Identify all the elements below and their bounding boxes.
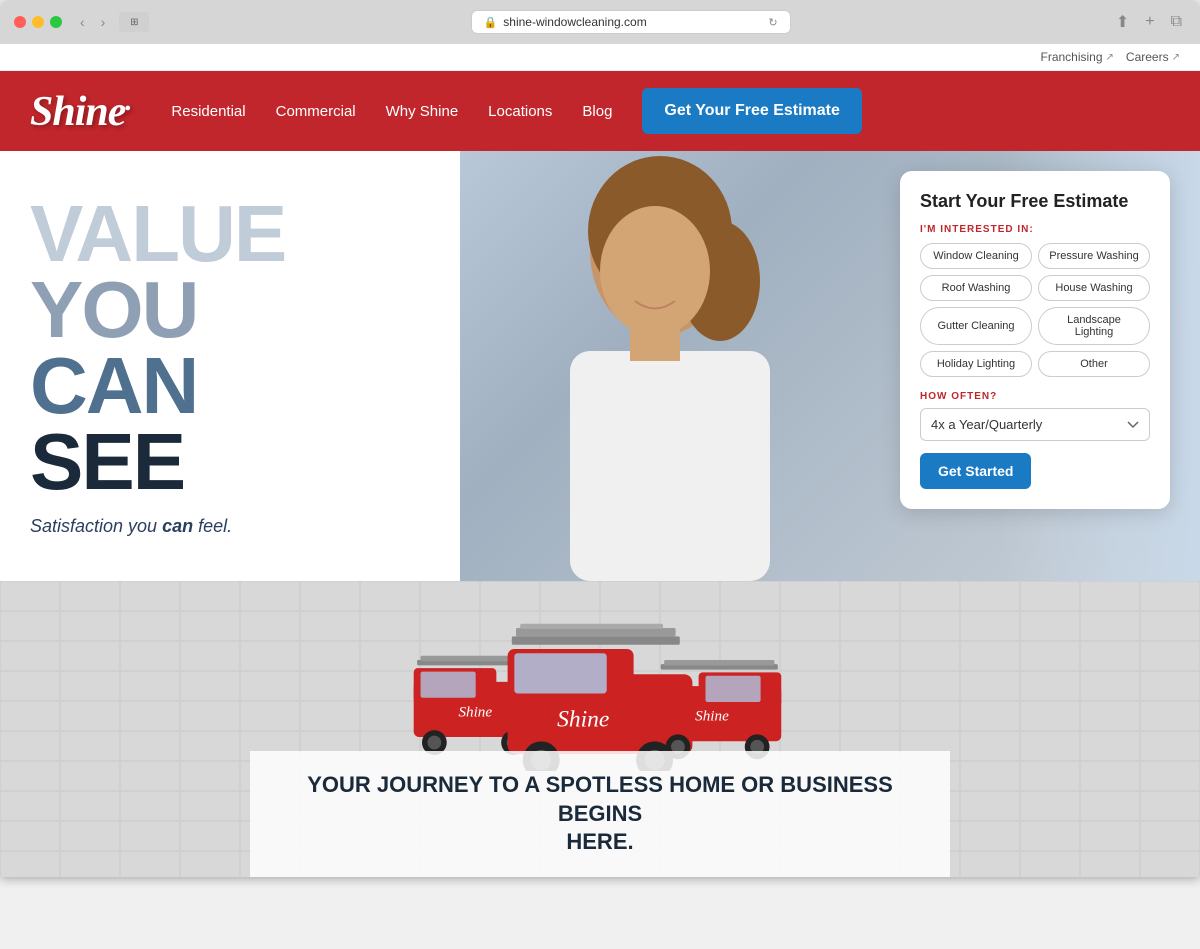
get-started-label: Get Started	[938, 463, 1013, 479]
service-holiday-lighting[interactable]: Holiday Lighting	[920, 351, 1032, 377]
hero-subheadline: Satisfaction you can feel.	[30, 516, 430, 537]
url-text: shine-windowcleaning.com	[503, 15, 646, 29]
external-link-icon: ↗	[1106, 52, 1114, 63]
nav-why-shine-label: Why Shine	[386, 103, 459, 120]
journey-text: YOUR JOURNEY TO A SPOTLESS HOME OR BUSIN…	[280, 771, 920, 857]
journey-text-line2: HERE.	[566, 829, 633, 854]
address-bar-container: 🔒 shine-windowcleaning.com ↻	[159, 10, 1101, 34]
estimate-title: Start Your Free Estimate	[920, 191, 1150, 212]
browser-nav: ‹ ›	[76, 12, 109, 32]
get-started-button[interactable]: Get Started	[920, 453, 1031, 489]
hero-text: VALUE YOU CAN SEE Satisfaction you can f…	[0, 151, 460, 581]
headline-you: YOU	[30, 272, 430, 348]
logo-text: Shine	[30, 89, 125, 135]
maximize-dot[interactable]	[50, 16, 62, 28]
service-other-label: Other	[1080, 358, 1108, 370]
external-link-icon-2: ↗	[1172, 52, 1180, 63]
get-estimate-label: Get Your Free Estimate	[664, 102, 839, 119]
svg-text:Shine: Shine	[458, 703, 492, 720]
nav-locations[interactable]: Locations	[488, 103, 552, 120]
svg-text:Shine: Shine	[695, 708, 729, 725]
address-bar[interactable]: 🔒 shine-windowcleaning.com ↻	[471, 10, 791, 34]
site-logo[interactable]: Shine.	[30, 86, 131, 136]
franchising-link[interactable]: Franchising ↗	[1041, 50, 1114, 64]
service-pressure-washing-label: Pressure Washing	[1049, 250, 1138, 262]
service-house-washing-label: House Washing	[1055, 282, 1132, 294]
browser-dots	[14, 16, 62, 28]
subheadline-text: Satisfaction you can feel.	[30, 516, 232, 536]
nav-commercial[interactable]: Commercial	[276, 103, 356, 120]
nav-blog-label: Blog	[582, 103, 612, 120]
nav-why-shine[interactable]: Why Shine	[386, 103, 459, 120]
services-grid: Window Cleaning Pressure Washing Roof Wa…	[920, 243, 1150, 377]
service-house-washing[interactable]: House Washing	[1038, 275, 1150, 301]
nav-commercial-label: Commercial	[276, 103, 356, 120]
nav-residential-label: Residential	[171, 103, 245, 120]
service-window-cleaning-label: Window Cleaning	[933, 250, 1019, 262]
reload-icon[interactable]: ↻	[768, 16, 777, 29]
top-bar: Franchising ↗ Careers ↗	[0, 44, 1200, 71]
service-window-cleaning[interactable]: Window Cleaning	[920, 243, 1032, 269]
nav-residential[interactable]: Residential	[171, 103, 245, 120]
interested-label: I'M INTERESTED IN:	[920, 224, 1150, 235]
main-nav: Residential Commercial Why Shine Locatio…	[171, 88, 1170, 134]
minimize-dot[interactable]	[32, 16, 44, 28]
new-tab-button[interactable]: +	[1141, 10, 1158, 34]
get-estimate-button[interactable]: Get Your Free Estimate	[642, 88, 861, 134]
journey-text-line1: YOUR JOURNEY TO A SPOTLESS HOME OR BUSIN…	[307, 772, 893, 826]
nav-blog[interactable]: Blog	[582, 103, 612, 120]
close-dot[interactable]	[14, 16, 26, 28]
careers-label: Careers	[1126, 50, 1169, 64]
estimate-card: Start Your Free Estimate I'M INTERESTED …	[900, 171, 1170, 509]
share-button[interactable]: ⬆	[1112, 10, 1133, 34]
browser-window: ‹ › ⊞ 🔒 shine-windowcleaning.com ↻ ⬆ + ⧉…	[0, 0, 1200, 877]
brick-section: Shine Shine	[0, 581, 1200, 877]
browser-titlebar: ‹ › ⊞ 🔒 shine-windowcleaning.com ↻ ⬆ + ⧉	[0, 0, 1200, 44]
service-landscape-lighting-label: Landscape Lighting	[1067, 314, 1121, 338]
headline-value: VALUE	[30, 196, 430, 272]
tab-switcher[interactable]: ⊞	[119, 12, 149, 32]
website-content: Franchising ↗ Careers ↗ Shine. Residenti…	[0, 44, 1200, 877]
service-pressure-washing[interactable]: Pressure Washing	[1038, 243, 1150, 269]
headline-can: CAN	[30, 348, 430, 424]
forward-button[interactable]: ›	[97, 12, 110, 32]
woman-svg	[500, 151, 820, 581]
franchising-label: Franchising	[1041, 50, 1103, 64]
logo-dot: .	[125, 86, 131, 117]
service-gutter-cleaning-label: Gutter Cleaning	[937, 320, 1014, 332]
hero-section: VALUE YOU CAN SEE Satisfaction you can f…	[0, 151, 1200, 581]
how-often-label: HOW OFTEN?	[920, 391, 1150, 402]
woman-figure	[500, 151, 820, 581]
careers-link[interactable]: Careers ↗	[1126, 50, 1180, 64]
nav-locations-label: Locations	[488, 103, 552, 120]
frequency-select[interactable]: 4x a Year/Quarterly 1x a Year 2x a Year …	[920, 408, 1150, 441]
sidebar-button[interactable]: ⧉	[1167, 10, 1186, 34]
service-gutter-cleaning[interactable]: Gutter Cleaning	[920, 307, 1032, 345]
journey-banner: YOUR JOURNEY TO A SPOTLESS HOME OR BUSIN…	[250, 751, 950, 877]
service-roof-washing-label: Roof Washing	[942, 282, 1011, 294]
service-landscape-lighting[interactable]: Landscape Lighting	[1038, 307, 1150, 345]
service-holiday-lighting-label: Holiday Lighting	[937, 358, 1015, 370]
svg-text:Shine: Shine	[557, 706, 609, 732]
vans-container: Shine Shine	[390, 611, 810, 771]
hero-image: Start Your Free Estimate I'M INTERESTED …	[460, 151, 1200, 581]
back-button[interactable]: ‹	[76, 12, 89, 32]
service-roof-washing[interactable]: Roof Washing	[920, 275, 1032, 301]
headline-see: SEE	[30, 424, 430, 500]
vans-svg: Shine Shine	[390, 611, 810, 771]
hero-headline: VALUE YOU CAN SEE	[30, 196, 430, 500]
site-header: Shine. Residential Commercial Why Shine …	[0, 71, 1200, 151]
browser-actions: ⬆ + ⧉	[1112, 10, 1186, 34]
service-other[interactable]: Other	[1038, 351, 1150, 377]
